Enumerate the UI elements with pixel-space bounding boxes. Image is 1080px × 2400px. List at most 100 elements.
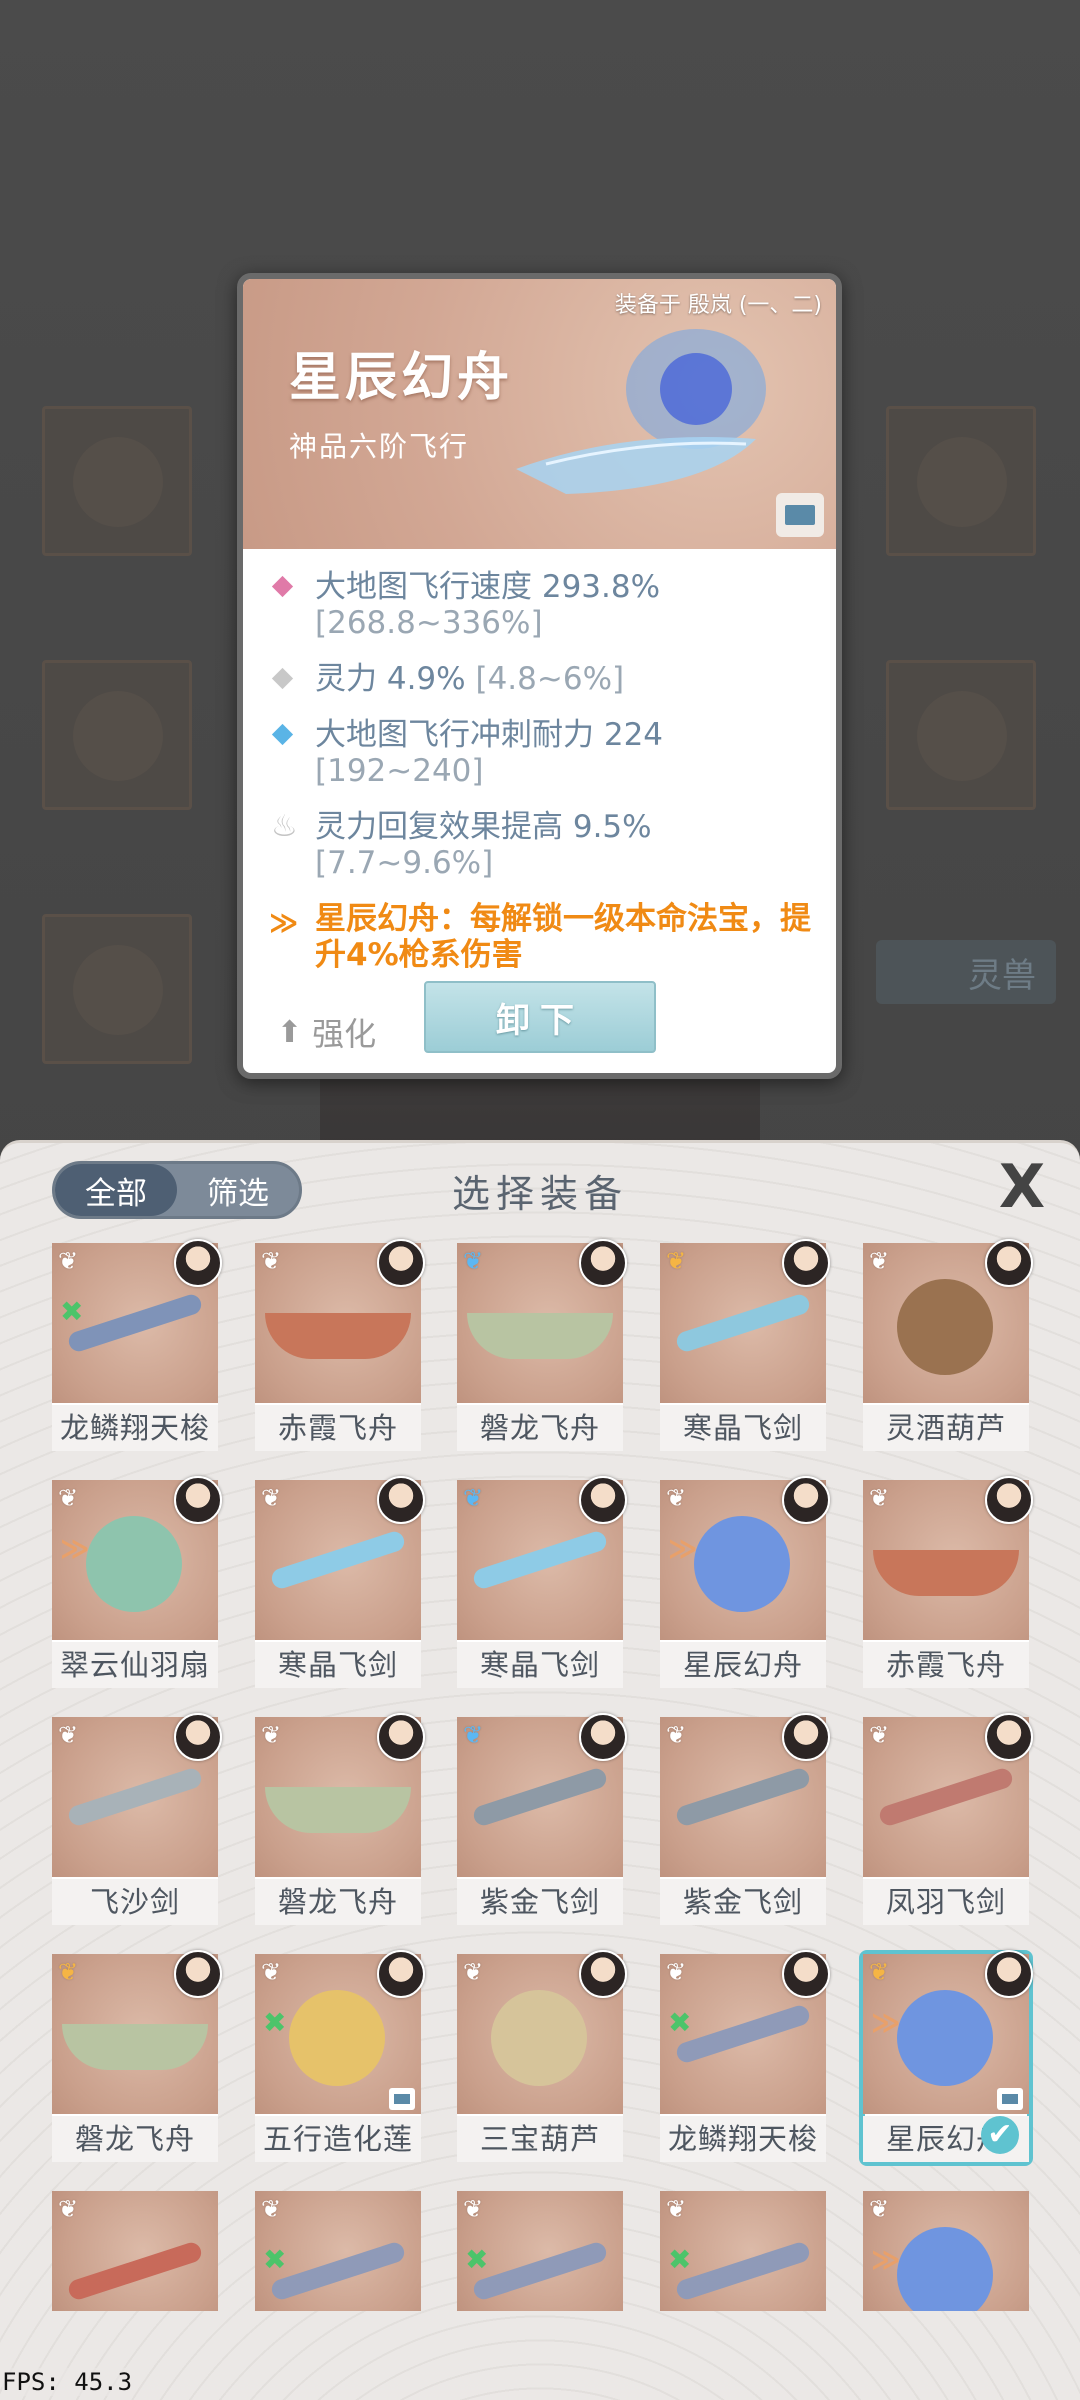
equipment-artwork	[265, 1787, 411, 1833]
equipment-card[interactable]: ❦ ✖ 五行造化莲	[255, 1950, 425, 2162]
equipment-name: 磐龙飞舟	[255, 1879, 421, 1925]
flight-wing-icon: ❦	[869, 2195, 890, 2223]
equipment-card[interactable]: ❦ 磐龙飞舟	[457, 1239, 627, 1451]
equipment-name: 寒晶飞剑	[457, 1642, 623, 1688]
flight-wing-icon: ❦	[463, 2195, 484, 2223]
equipment-card[interactable]: ❦ 紫金飞剑	[660, 1713, 830, 1925]
unequip-button[interactable]: 卸下	[424, 981, 656, 1053]
check-icon: ✔	[981, 2116, 1019, 2154]
skill-text: 星辰幻舟：每解锁一级本命法宝，提升4%枪系伤害	[315, 901, 811, 973]
equipment-artwork	[897, 1990, 993, 2086]
stash-icon	[997, 2088, 1023, 2110]
owner-avatar	[985, 1713, 1033, 1761]
select-equipment-panel: 全部 筛选 选择装备 X ❦ ✖ 龙鳞翔天梭 ❦ 赤霞飞舟 ❦ 磐龙飞舟 ❦ 寒晶飞剑 ❦ 灵酒葫芦…	[0, 1140, 1080, 2400]
equipment-artwork	[897, 2227, 993, 2311]
equipment-card[interactable]: ❦ ≫	[863, 2191, 1029, 2311]
background-equip-slot	[886, 660, 1036, 810]
background-equip-slot	[886, 406, 1036, 556]
equipment-card[interactable]: ❦ 赤霞飞舟	[255, 1239, 425, 1451]
orange-rune-icon: ≫	[668, 1532, 698, 1565]
owner-avatar	[174, 1476, 222, 1524]
stat-range: [7.7~9.6%]	[315, 845, 494, 881]
background-spirit-beast-tab: 灵兽	[876, 940, 1056, 1004]
equipment-artwork	[471, 1529, 609, 1591]
close-icon[interactable]: X	[992, 1157, 1052, 1217]
equipment-card[interactable]: ❦ 紫金飞剑	[457, 1713, 627, 1925]
equipment-card[interactable]: ❦ 磐龙飞舟	[255, 1713, 425, 1925]
equipment-name: 龙鳞翔天梭	[52, 1405, 218, 1451]
equipment-artwork	[269, 2240, 407, 2302]
equipment-artwork	[877, 1766, 1015, 1828]
flame-icon: ♨	[271, 809, 298, 844]
equipment-artwork	[491, 1990, 587, 2086]
orange-rune-icon: ≫	[60, 1532, 90, 1565]
stash-icon[interactable]	[776, 493, 824, 537]
enhance-button[interactable]: ⬆ 强化	[277, 1009, 376, 1055]
item-grade: 神品六阶飞行	[289, 430, 470, 463]
equipment-detail-popup: 装备于 殷岚 (一、二) 星辰幻舟 神品六阶飞行 大地图飞行速度 293.8% …	[237, 273, 842, 1079]
background-equip-slot	[42, 914, 192, 1064]
equipment-card[interactable]: ❦ 灵酒葫芦	[863, 1239, 1033, 1451]
equipment-artwork	[471, 1766, 609, 1828]
equipment-card[interactable]: ❦ 三宝葫芦	[457, 1950, 627, 2162]
equipment-card[interactable]: ❦ ✖	[660, 2191, 826, 2311]
equipment-card[interactable]: ❦ ✖	[255, 2191, 421, 2311]
flight-wing-icon: ❦	[463, 1958, 484, 1986]
equipment-card[interactable]: ❦ ✖ 龙鳞翔天梭	[660, 1950, 830, 2162]
equipment-card[interactable]: ❦ 赤霞飞舟	[863, 1476, 1033, 1688]
equipment-artwork	[897, 1279, 993, 1375]
equipment-card[interactable]: ❦ ✖	[457, 2191, 623, 2311]
flight-wing-icon: ❦	[58, 1721, 79, 1749]
equipment-artwork	[66, 1292, 204, 1354]
owner-avatar	[579, 1713, 627, 1761]
equipment-artwork	[471, 2240, 609, 2302]
owner-avatar	[782, 1950, 830, 1998]
stat-text: 灵力回复效果提高 9.5%	[315, 809, 652, 845]
flight-wing-icon: ❦	[666, 2195, 687, 2223]
flight-wing-icon: ❦	[261, 1958, 282, 1986]
equipment-card[interactable]: ❦	[52, 2191, 218, 2311]
stash-icon	[389, 2088, 415, 2110]
gray-diamond-icon	[271, 667, 294, 690]
equipment-card[interactable]: ❦ 寒晶飞剑	[255, 1476, 425, 1688]
equipment-name: 紫金飞剑	[457, 1879, 623, 1925]
equipment-artwork	[674, 1292, 812, 1354]
equipment-name: 灵酒葫芦	[863, 1405, 1029, 1451]
stat-row: ♨ 灵力回复效果提高 9.5% [7.7~9.6%]	[269, 809, 824, 881]
equipment-name: 凤羽飞剑	[863, 1879, 1029, 1925]
orange-rune-icon: ≫	[871, 2243, 901, 2276]
flight-wing-icon: ❦	[58, 1958, 79, 1986]
background-equip-slot	[42, 660, 192, 810]
equipment-card[interactable]: ❦ 磐龙飞舟	[52, 1950, 222, 2162]
star-boat-artwork	[516, 329, 766, 494]
equipped-on-label: 装备于 殷岚 (一、二)	[614, 293, 822, 318]
flight-wing-icon: ❦	[261, 1721, 282, 1749]
equipment-card[interactable]: ❦ 寒晶飞剑	[660, 1239, 830, 1451]
flight-wing-icon: ❦	[869, 1247, 890, 1275]
flight-wing-icon: ❦	[58, 2195, 79, 2223]
equipment-card[interactable]: ❦ 凤羽飞剑	[863, 1713, 1033, 1925]
equipment-artwork	[62, 2024, 208, 2070]
equipment-name: 赤霞飞舟	[863, 1642, 1029, 1688]
skill-row: ≫ 星辰幻舟：每解锁一级本命法宝，提升4%枪系伤害	[269, 901, 824, 973]
flight-wing-icon: ❦	[463, 1484, 484, 1512]
equipment-name: 星辰幻舟	[660, 1642, 826, 1688]
equipment-card[interactable]: ❦ ≫ 翠云仙羽扇	[52, 1476, 222, 1688]
stat-text: 大地图飞行冲刺耐力 224	[315, 717, 664, 753]
equipment-card[interactable]: ❦ ≫ 星辰幻舟 ✔	[859, 1950, 1033, 2166]
equipment-card[interactable]: ❦ ≫ 星辰幻舟	[660, 1476, 830, 1688]
equipment-artwork	[674, 2003, 812, 2065]
equipment-card[interactable]: ❦ 飞沙剑	[52, 1713, 222, 1925]
equipment-card[interactable]: ❦ ✖ 龙鳞翔天梭	[52, 1239, 222, 1451]
owner-avatar	[782, 1713, 830, 1761]
orange-rune-icon: ≫	[871, 2006, 901, 2039]
stat-range: [4.8~6%]	[475, 661, 625, 697]
owner-avatar	[377, 1239, 425, 1287]
equipment-name: 寒晶飞剑	[255, 1642, 421, 1688]
equipment-artwork	[269, 1529, 407, 1591]
skill-rune-icon: ≫	[269, 906, 299, 939]
equipment-artwork	[674, 1766, 812, 1828]
flight-wing-icon: ❦	[58, 1484, 79, 1512]
flight-wing-icon: ❦	[666, 1721, 687, 1749]
equipment-card[interactable]: ❦ 寒晶飞剑	[457, 1476, 627, 1688]
